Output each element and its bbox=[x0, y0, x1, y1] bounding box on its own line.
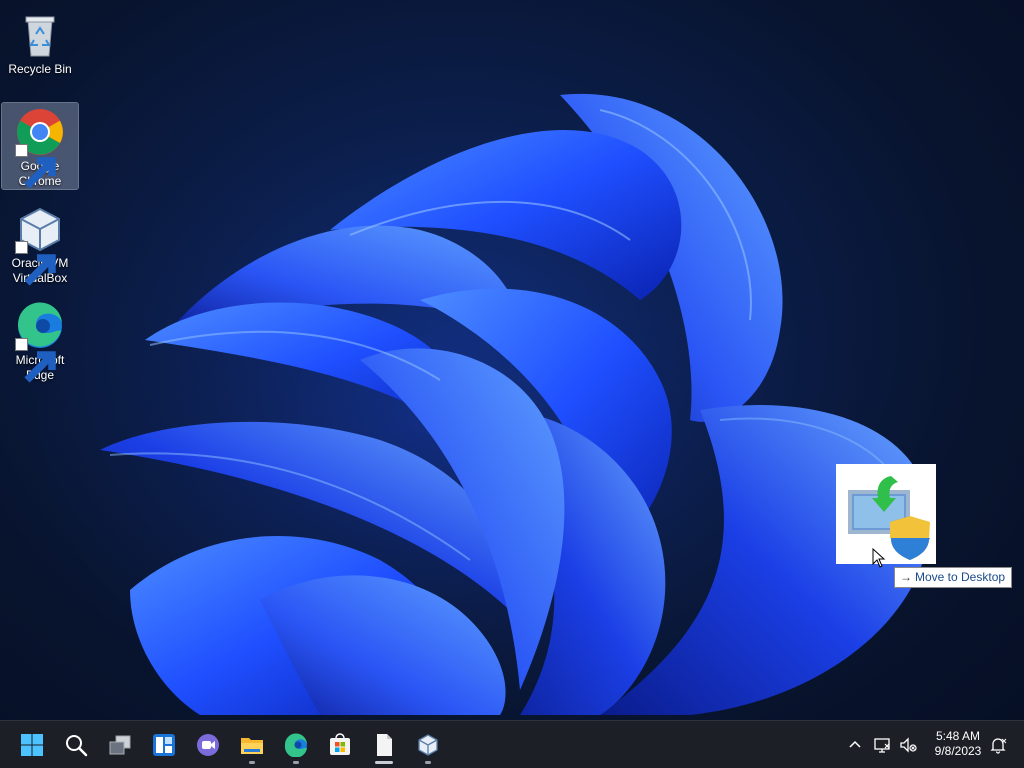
desktop-icon-virtualbox[interactable]: Oracle VM VirtualBox bbox=[2, 200, 78, 286]
shortcut-arrow-icon bbox=[15, 144, 56, 189]
edge-icon bbox=[284, 733, 307, 757]
task-view-icon bbox=[109, 735, 131, 755]
drag-tooltip: → Move to Desktop bbox=[894, 567, 1013, 588]
shortcut-arrow-icon bbox=[15, 338, 56, 383]
running-indicator bbox=[249, 761, 255, 764]
desktop-icon-google-chrome[interactable]: Google Chrome bbox=[1, 102, 79, 190]
shortcut-arrow-icon bbox=[15, 241, 56, 286]
taskbar-search-button[interactable] bbox=[56, 725, 96, 765]
desktop-icon-recycle-bin[interactable]: Recycle Bin bbox=[2, 6, 78, 76]
running-indicator bbox=[425, 761, 431, 764]
taskbar-clock[interactable]: 5:48 AM 9/8/2023 bbox=[922, 729, 994, 759]
chrome-icon bbox=[15, 107, 65, 189]
taskbar-task-view-button[interactable] bbox=[100, 725, 140, 765]
arrow-right-icon: → bbox=[900, 570, 912, 584]
virtualbox-icon bbox=[418, 734, 438, 756]
desktop-icon-microsoft-edge[interactable]: Microsoft Edge bbox=[2, 297, 78, 383]
widgets-icon bbox=[153, 734, 175, 756]
running-indicator bbox=[293, 761, 299, 764]
desktop-wallpaper bbox=[40, 93, 930, 720]
notepad-icon bbox=[377, 734, 392, 756]
taskbar-start-button[interactable] bbox=[12, 725, 52, 765]
recycle-bin-icon bbox=[15, 10, 65, 60]
monitor-shield-icon bbox=[848, 476, 930, 560]
running-indicator bbox=[375, 761, 393, 764]
mouse-cursor-icon bbox=[872, 548, 886, 568]
taskbar: 5:48 AM 9/8/2023 bbox=[0, 720, 1024, 768]
notification-icon[interactable] bbox=[986, 733, 1010, 757]
drag-preview-tile bbox=[836, 464, 936, 564]
clock-time: 5:48 AM bbox=[935, 729, 981, 743]
taskbar-chat-button[interactable] bbox=[188, 725, 228, 765]
store-icon bbox=[330, 733, 350, 755]
taskbar-widgets-button[interactable] bbox=[144, 725, 184, 765]
chat-icon bbox=[197, 734, 219, 756]
file-explorer-icon bbox=[241, 738, 263, 754]
windows-start-icon bbox=[21, 734, 43, 756]
taskbar-virtualbox-button[interactable] bbox=[408, 725, 448, 765]
taskbar-edge-button[interactable] bbox=[276, 725, 316, 765]
drag-tooltip-label: Move to Desktop bbox=[915, 570, 1006, 584]
clock-date: 9/8/2023 bbox=[934, 744, 982, 758]
edge-icon bbox=[15, 301, 65, 383]
volume-muted-icon[interactable] bbox=[896, 733, 920, 757]
desktop-icon-label: Recycle Bin bbox=[8, 62, 72, 76]
search-icon bbox=[66, 735, 88, 757]
chevron-up-icon[interactable] bbox=[843, 733, 867, 757]
taskbar-file-explorer-button[interactable] bbox=[232, 725, 272, 765]
taskbar-notepad-button[interactable] bbox=[364, 725, 404, 765]
taskbar-store-button[interactable] bbox=[320, 725, 360, 765]
virtualbox-icon bbox=[15, 204, 65, 286]
network-icon[interactable] bbox=[870, 733, 894, 757]
